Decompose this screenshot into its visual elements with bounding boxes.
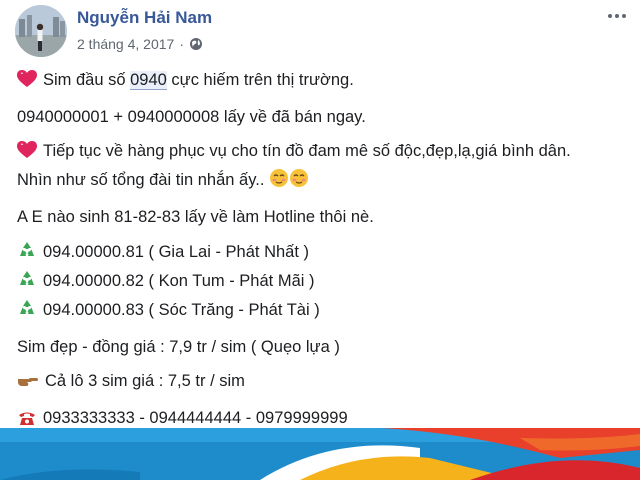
hashtag-link[interactable]: 0940 [130,71,167,90]
relieved-face-icon [269,168,289,194]
sim-item-text: 094.00000.82 ( Kon Tum - Phát Mãi ) [43,272,315,290]
post-line-hotline: A E nào sinh 81-82-83 lấy về làm Hotline… [17,208,374,226]
post-body: Sim đầu số 0940 cực hiếm trên thị trường… [17,66,632,432]
sparkling-heart-icon [17,141,37,165]
intro-text-pre: Sim đầu số [43,71,131,89]
sim-item: 094.00000.81 ( Gia Lai - Phát Nhất ) [17,240,632,266]
price-same: Sim đẹp - đồng giá : 7,9 tr / sim ( Quẹo… [17,338,340,356]
post-date[interactable]: 2 tháng 4, 2017 [77,36,174,52]
recycle-icon [17,269,37,295]
sparkling-heart-icon [17,70,37,94]
relieved-face-icon [289,168,309,194]
post-line-intro: Sim đầu số 0940 cực hiếm trên thị trường… [17,69,632,94]
price-lot-text: Cả lô 3 sim giá : 7,5 tr / sim [45,372,245,390]
post-author[interactable]: Nguyễn Hải Nam [77,8,212,28]
sim-item: 094.00000.83 ( Sóc Trăng - Phát Tài ) [17,298,632,324]
phones-text: 0933333333 - 0944444444 - 0979999999 [43,409,348,427]
post-header: Nguyễn Hải Nam 2 tháng 4, 2017 · [0,0,640,62]
sim-item-text: 094.00000.81 ( Gia Lai - Phát Nhất ) [43,243,309,261]
avatar[interactable] [15,5,67,57]
sim-item: 094.00000.82 ( Kon Tum - Phát Mãi ) [17,269,632,295]
post-line-restock: Tiếp tục về hàng phục vụ cho tín đồ đam … [17,140,632,165]
price-lot: Cả lô 3 sim giá : 7,5 tr / sim [17,370,632,395]
link-preview-image[interactable] [0,428,640,480]
more-options-icon[interactable] [606,8,628,24]
pointing-hand-icon [17,373,39,395]
globe-icon[interactable] [189,37,203,51]
post-meta: 2 tháng 4, 2017 · [77,36,203,52]
meta-separator: · [179,36,184,52]
restock-text: Tiếp tục về hàng phục vụ cho tín đồ đam … [43,142,571,160]
looks-like-text: Nhìn như số tổng đài tin nhắn ấy.. [17,171,265,189]
post-line-looks-like: Nhìn như số tổng đài tin nhắn ấy.. [17,168,632,194]
post-line-sold: 0940000001 + 0940000008 lấy về đã bán ng… [17,108,366,126]
recycle-icon [17,240,37,266]
recycle-icon [17,298,37,324]
intro-text-post: cực hiếm trên thị trường. [166,71,354,89]
sim-item-text: 094.00000.83 ( Sóc Trăng - Phát Tài ) [43,301,320,319]
